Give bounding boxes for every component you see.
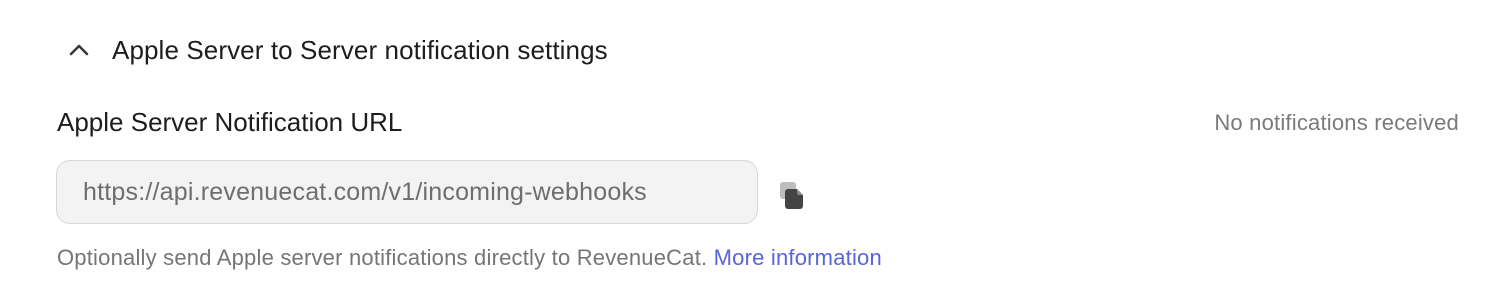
field-label: Apple Server Notification URL [57, 107, 403, 137]
more-information-link[interactable]: More information [714, 245, 882, 270]
notification-status: No notifications received [1214, 110, 1459, 135]
help-text: Optionally send Apple server notificatio… [57, 245, 882, 271]
notification-url-input[interactable] [56, 160, 758, 224]
chevron-up-icon[interactable] [64, 35, 94, 65]
copy-icon [777, 179, 809, 211]
section-title: Apple Server to Server notification sett… [112, 34, 608, 65]
help-description: Optionally send Apple server notificatio… [57, 245, 708, 270]
copy-button[interactable] [774, 176, 812, 214]
section-toggle[interactable]: Apple Server to Server notification sett… [64, 30, 608, 70]
